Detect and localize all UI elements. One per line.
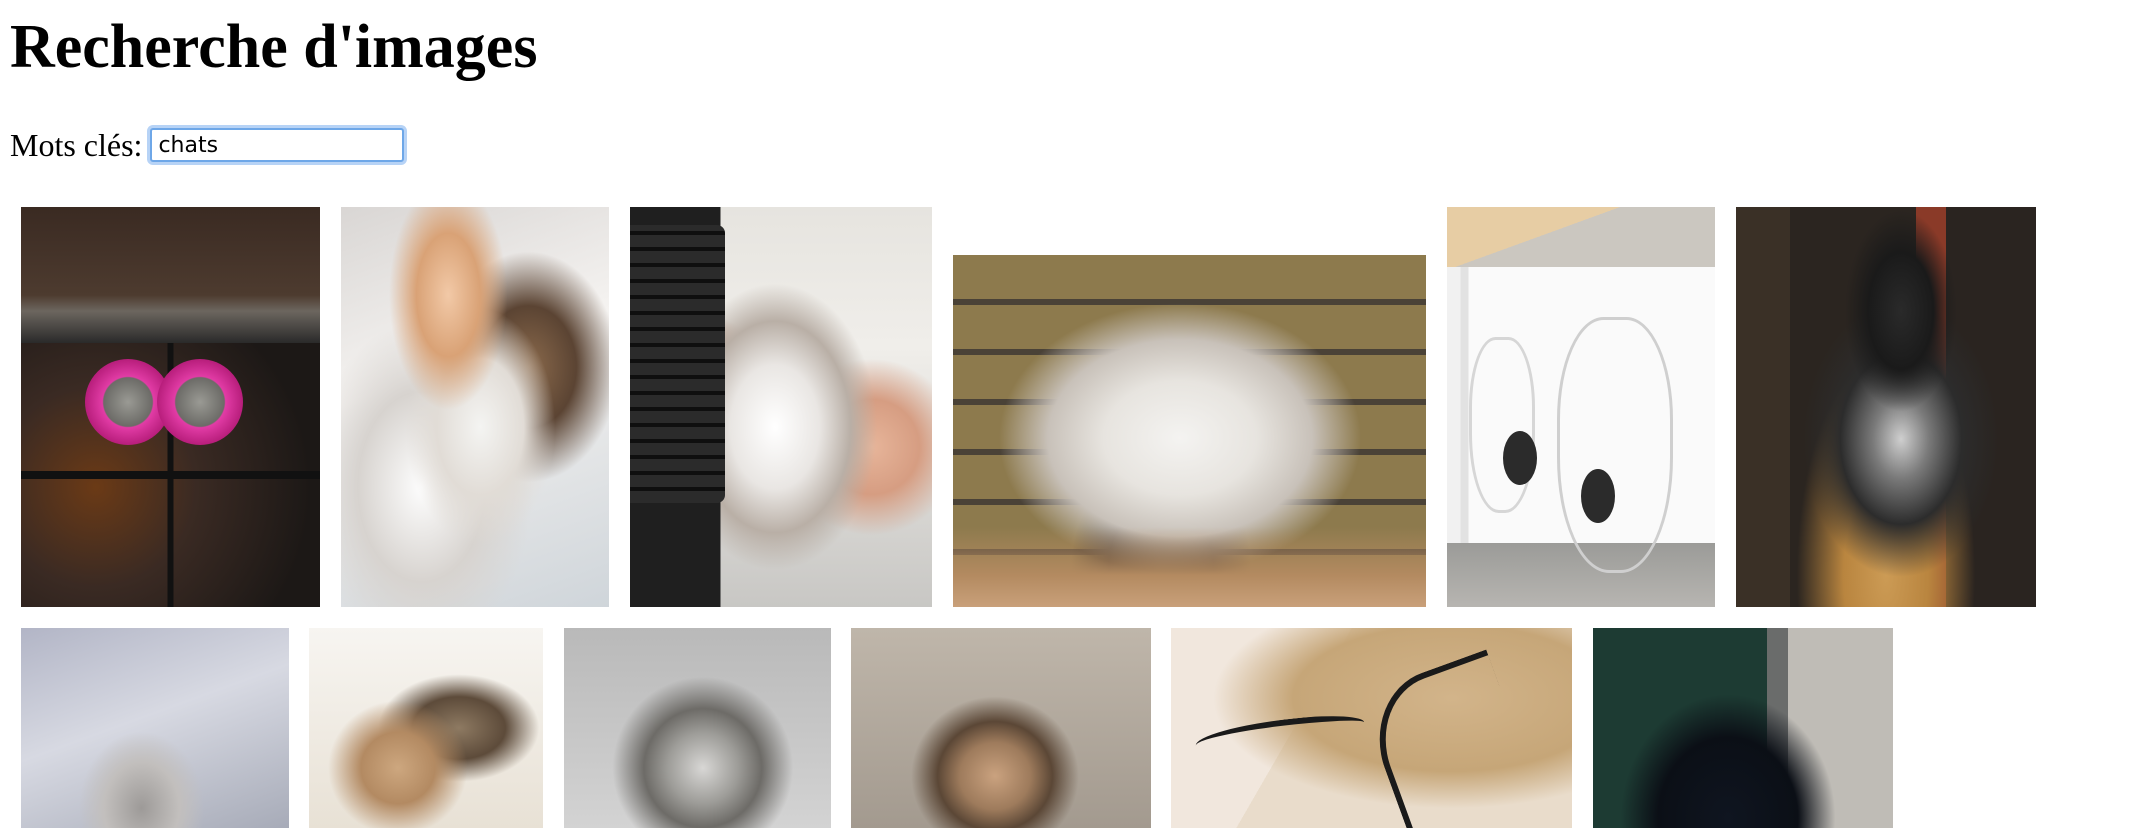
result-image-12[interactable] [1593, 628, 1893, 828]
result-image-11[interactable] [1171, 628, 1572, 828]
bowl-icon [85, 359, 243, 445]
cat-outline-large-icon [1557, 317, 1673, 573]
page-title: Recherche d'images [10, 13, 538, 81]
result-image-9[interactable] [564, 628, 831, 828]
result-image-1[interactable] [21, 207, 320, 607]
keyboard-icon [630, 225, 725, 503]
result-image-7[interactable] [21, 628, 289, 828]
search-input[interactable] [150, 128, 405, 162]
search-label: Mots clés: [10, 126, 143, 163]
result-image-10[interactable] [851, 628, 1151, 828]
result-image-5[interactable] [1447, 207, 1715, 607]
result-image-4[interactable] [953, 255, 1426, 607]
result-image-8[interactable] [309, 628, 543, 828]
search-row: Mots clés: [10, 124, 405, 166]
result-image-6[interactable] [1736, 207, 2036, 607]
cat-door-hole-large [1581, 469, 1615, 523]
line-art-stroke [1194, 711, 1366, 757]
cat-door-hole-small [1503, 431, 1537, 485]
result-image-2[interactable] [341, 207, 609, 607]
result-image-3[interactable] [630, 207, 932, 607]
line-art-stroke [1358, 649, 1540, 828]
cat-outline-small-icon [1469, 337, 1535, 513]
cabinet-top [1447, 207, 1715, 267]
